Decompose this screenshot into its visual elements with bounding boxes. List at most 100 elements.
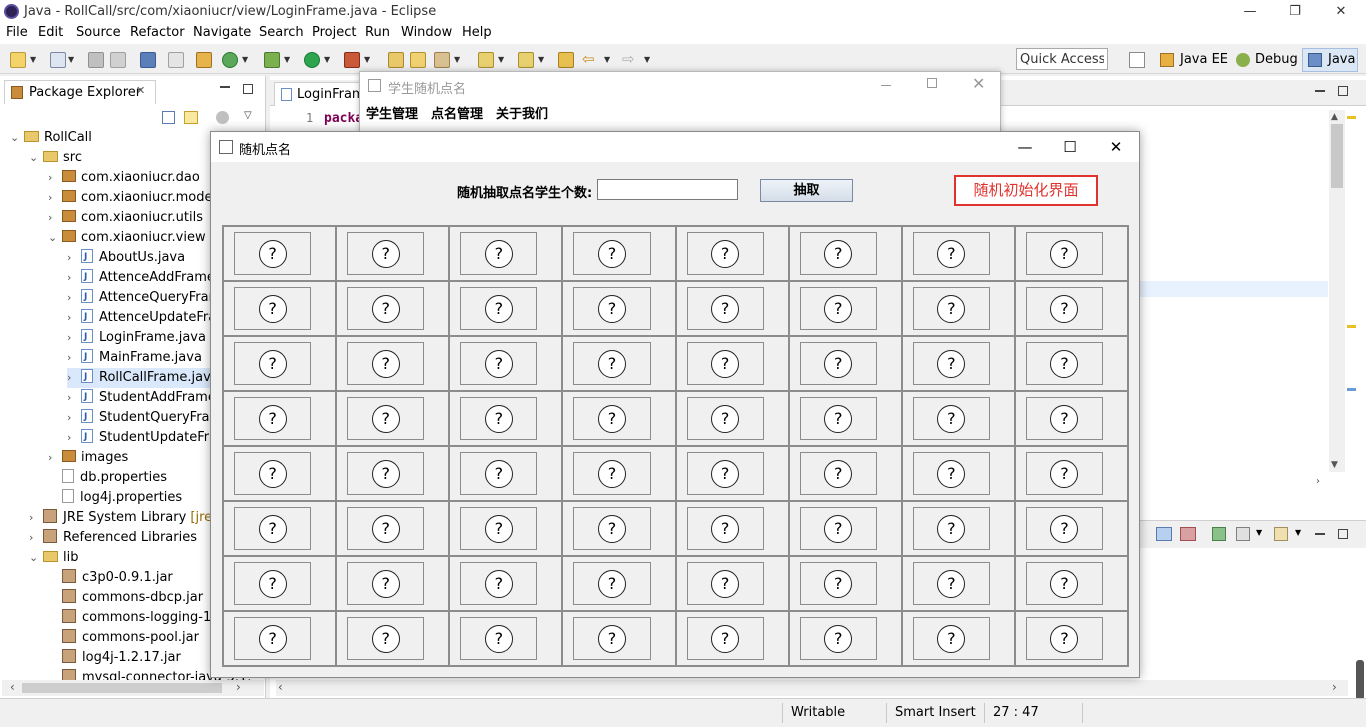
tree-item[interactable]: › AttenceUpdateFra (67, 307, 216, 328)
new-console-icon[interactable] (1274, 527, 1288, 541)
editor-minimize-icon[interactable] (1315, 90, 1325, 92)
tree-item[interactable]: › images (48, 448, 128, 468)
dialog-close-button[interactable]: ✕ (1093, 135, 1139, 159)
perspective-java-active[interactable]: Java (1302, 48, 1358, 72)
quick-access-input[interactable] (1016, 48, 1108, 70)
chevron-right-icon[interactable]: › (67, 408, 81, 428)
menu-source[interactable]: Source (76, 25, 121, 40)
editor-maximize-icon[interactable] (1338, 86, 1348, 96)
tree-item[interactable]: › StudentAddFrame. (67, 387, 220, 408)
forward-dropdown-icon[interactable]: ▼ (644, 55, 650, 64)
tree-item[interactable]: › com.xiaoniucr.utils (48, 208, 203, 228)
save-all-icon[interactable] (110, 52, 126, 68)
console-maximize-icon[interactable] (1338, 529, 1348, 539)
student-count-input[interactable] (597, 179, 738, 200)
open-console-icon[interactable] (1212, 527, 1226, 541)
restore-button[interactable]: ❐ (1272, 0, 1318, 24)
chevron-right-icon[interactable]: › (67, 268, 81, 288)
prev-annotation-dropdown-icon[interactable]: ▼ (538, 55, 544, 64)
maximize-view-icon[interactable] (243, 84, 253, 94)
debug-icon[interactable] (264, 52, 280, 68)
console-display-icon[interactable] (1156, 527, 1172, 541)
back-dropdown-icon[interactable]: ▼ (604, 55, 610, 64)
new-dropdown-icon[interactable]: ▼ (30, 55, 36, 64)
tree-item[interactable]: › com.xiaoniucr.model (48, 188, 216, 208)
chevron-right-icon[interactable]: › (29, 528, 43, 548)
new-icon[interactable] (10, 52, 26, 68)
dialog-minimize-button[interactable]: — (1002, 135, 1048, 159)
link-editor-icon[interactable] (184, 111, 198, 124)
tree-item[interactable]: ⌄ com.xiaoniucr.view (48, 228, 206, 248)
new-console-dropdown-icon[interactable]: ▼ (1295, 528, 1301, 537)
chevron-right-icon[interactable]: › (48, 448, 62, 468)
run-icon[interactable] (304, 52, 320, 68)
chevron-right-icon[interactable]: › (67, 308, 81, 328)
collapse-all-icon[interactable] (162, 111, 175, 124)
code-line[interactable]: packa (324, 111, 363, 126)
save-icon[interactable] (88, 52, 104, 68)
console-icon[interactable] (140, 52, 156, 68)
menu-refactor[interactable]: Refactor (130, 25, 185, 40)
new-java-icon[interactable] (50, 52, 66, 68)
display-selected-console-icon[interactable] (1236, 527, 1250, 541)
menu-rollcall-management[interactable]: 点名管理 (431, 103, 483, 122)
scroll-down-icon[interactable]: ▼ (1331, 460, 1338, 470)
console-pin-icon[interactable] (1180, 527, 1196, 541)
search-dropdown-icon[interactable]: ▼ (454, 55, 460, 64)
main-frame-maximize-button[interactable] (927, 78, 937, 88)
refresh-dropdown-icon[interactable]: ▼ (242, 55, 248, 64)
scroll-up-icon[interactable]: ▲ (1331, 112, 1338, 122)
chevron-right-icon[interactable]: › (67, 428, 81, 448)
pe-hscroll-left-icon[interactable]: ‹ (10, 680, 15, 694)
menu-navigate[interactable]: Navigate (193, 25, 251, 40)
chevron-right-icon[interactable]: › (67, 348, 81, 368)
menu-about-us[interactable]: 关于我们 (496, 103, 548, 122)
view-menu-icon[interactable]: ▽ (244, 110, 252, 121)
open-perspective-icon[interactable] (1129, 52, 1145, 68)
main-frame-minimize-button[interactable] (881, 85, 891, 86)
external-tools-dropdown-icon[interactable]: ▼ (364, 55, 370, 64)
chevron-right-icon[interactable]: › (67, 288, 81, 308)
console-minimize-icon[interactable] (1315, 533, 1325, 535)
last-edit-icon[interactable] (558, 52, 574, 68)
tree-item[interactable]: commons-dbcp.jar (48, 588, 203, 608)
tree-item[interactable]: db.properties (48, 468, 167, 488)
skip-breakpoints-icon[interactable] (168, 52, 184, 68)
tree-item[interactable]: › com.xiaoniucr.dao (48, 168, 200, 188)
chevron-right-icon[interactable]: › (67, 368, 81, 388)
open-resource-icon[interactable] (410, 52, 426, 68)
menu-run[interactable]: Run (365, 25, 390, 40)
tree-item[interactable]: › StudentUpdateFra (67, 427, 217, 448)
pe-hscroll-right-icon[interactable]: › (236, 680, 241, 694)
menu-edit[interactable]: Edit (38, 25, 63, 40)
chevron-right-icon[interactable]: › (48, 168, 62, 188)
tree-item[interactable]: › AttenceQueryFram (67, 287, 221, 308)
chevron-down-icon[interactable]: ⌄ (29, 148, 43, 168)
external-tools-icon[interactable] (344, 52, 360, 68)
tree-item[interactable]: › AboutUs.java (67, 247, 185, 268)
tree-item[interactable]: › Referenced Libraries (29, 528, 197, 548)
run-dropdown-icon[interactable]: ▼ (324, 55, 330, 64)
tree-item[interactable]: ⌄ lib (29, 548, 78, 568)
perspective-debug[interactable]: Debug (1255, 52, 1298, 67)
menu-project[interactable]: Project (312, 25, 356, 40)
chevron-right-icon[interactable]: › (67, 248, 81, 268)
pe-hscroll-thumb[interactable] (22, 683, 222, 693)
minimize-view-icon[interactable] (220, 86, 230, 88)
hscroll-left-icon[interactable]: ‹ (278, 680, 283, 694)
tree-item[interactable]: c3p0-0.9.1.jar (48, 568, 173, 588)
tree-item[interactable]: › MainFrame.java (67, 347, 202, 368)
console-dropdown-icon[interactable]: ▼ (1256, 528, 1262, 537)
draw-button[interactable]: 抽取 (760, 179, 853, 202)
next-annotation-dropdown-icon[interactable]: ▼ (498, 55, 504, 64)
open-type-icon[interactable] (388, 52, 404, 68)
editor-horizontal-scrollbar[interactable]: ‹ › (276, 680, 1348, 696)
tree-item[interactable]: log4j-1.2.17.jar (48, 648, 181, 668)
next-annotation-icon[interactable] (478, 52, 494, 68)
scroll-right-icon[interactable]: › (1316, 476, 1320, 487)
chevron-down-icon[interactable]: ⌄ (10, 128, 24, 148)
pe-horizontal-scrollbar[interactable]: ‹ › (2, 680, 264, 696)
debug-dropdown-icon[interactable]: ▼ (284, 55, 290, 64)
prev-annotation-icon[interactable] (518, 52, 534, 68)
menu-window[interactable]: Window (401, 25, 452, 40)
